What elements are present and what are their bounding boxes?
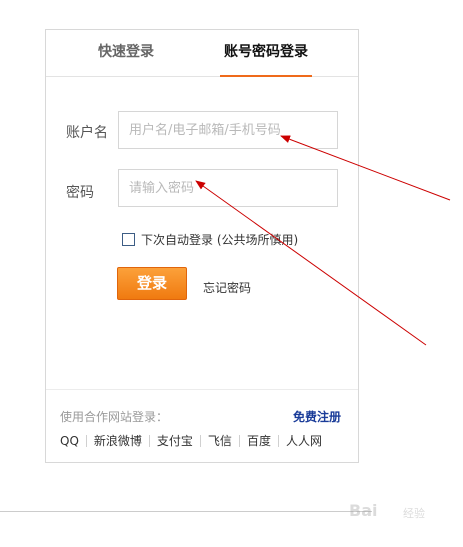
watermark-sub: 经验 xyxy=(403,507,425,520)
partner-baidu[interactable]: 百度 xyxy=(247,433,271,449)
tab-quick-login-label: 快速登录 xyxy=(98,44,154,60)
divider xyxy=(46,389,358,390)
partner-alipay[interactable]: 支付宝 xyxy=(157,433,193,449)
remember-checkbox[interactable] xyxy=(122,233,135,246)
partner-weibo[interactable]: 新浪微博 xyxy=(94,433,142,449)
password-label: 密码 xyxy=(66,185,94,201)
login-tabs: 快速登录 账号密码登录 xyxy=(46,30,358,77)
partner-login-hint: 使用合作网站登录： xyxy=(60,410,169,424)
partner-qq[interactable]: QQ xyxy=(60,433,79,449)
separator xyxy=(277,434,279,447)
forgot-password-link[interactable]: 忘记密码 xyxy=(203,279,251,296)
partner-renren[interactable]: 人人网 xyxy=(286,433,322,449)
separator xyxy=(199,434,201,447)
username-input[interactable] xyxy=(118,111,338,149)
tab-account-login-label: 账号密码登录 xyxy=(224,44,308,60)
username-label: 账户名 xyxy=(66,125,108,141)
page-bottom-line xyxy=(0,511,372,512)
register-link[interactable]: 免费注册 xyxy=(293,408,341,425)
remember-label: 下次自动登录 (公共场所慎用) xyxy=(141,233,299,247)
separator xyxy=(238,434,240,447)
partner-site-list: QQ 新浪微博 支付宝 飞信 百度 人人网 xyxy=(60,433,322,449)
partner-fetion[interactable]: 飞信 xyxy=(208,433,232,449)
active-tab-underline xyxy=(220,75,312,77)
remember-me[interactable]: 下次自动登录 (公共场所慎用) xyxy=(122,232,298,248)
password-input[interactable] xyxy=(118,169,338,207)
separator xyxy=(85,434,87,447)
watermark-text: Bai xyxy=(349,501,378,520)
tab-account-login[interactable]: 账号密码登录 xyxy=(220,30,312,77)
separator xyxy=(148,434,150,447)
login-panel: 快速登录 账号密码登录 账户名 密码 下次自动登录 (公共场所慎用) 登录 忘记… xyxy=(45,29,359,463)
login-button[interactable]: 登录 xyxy=(117,267,187,300)
baidu-watermark: Bai 经验 xyxy=(345,499,437,525)
tab-quick-login[interactable]: 快速登录 xyxy=(80,30,172,76)
